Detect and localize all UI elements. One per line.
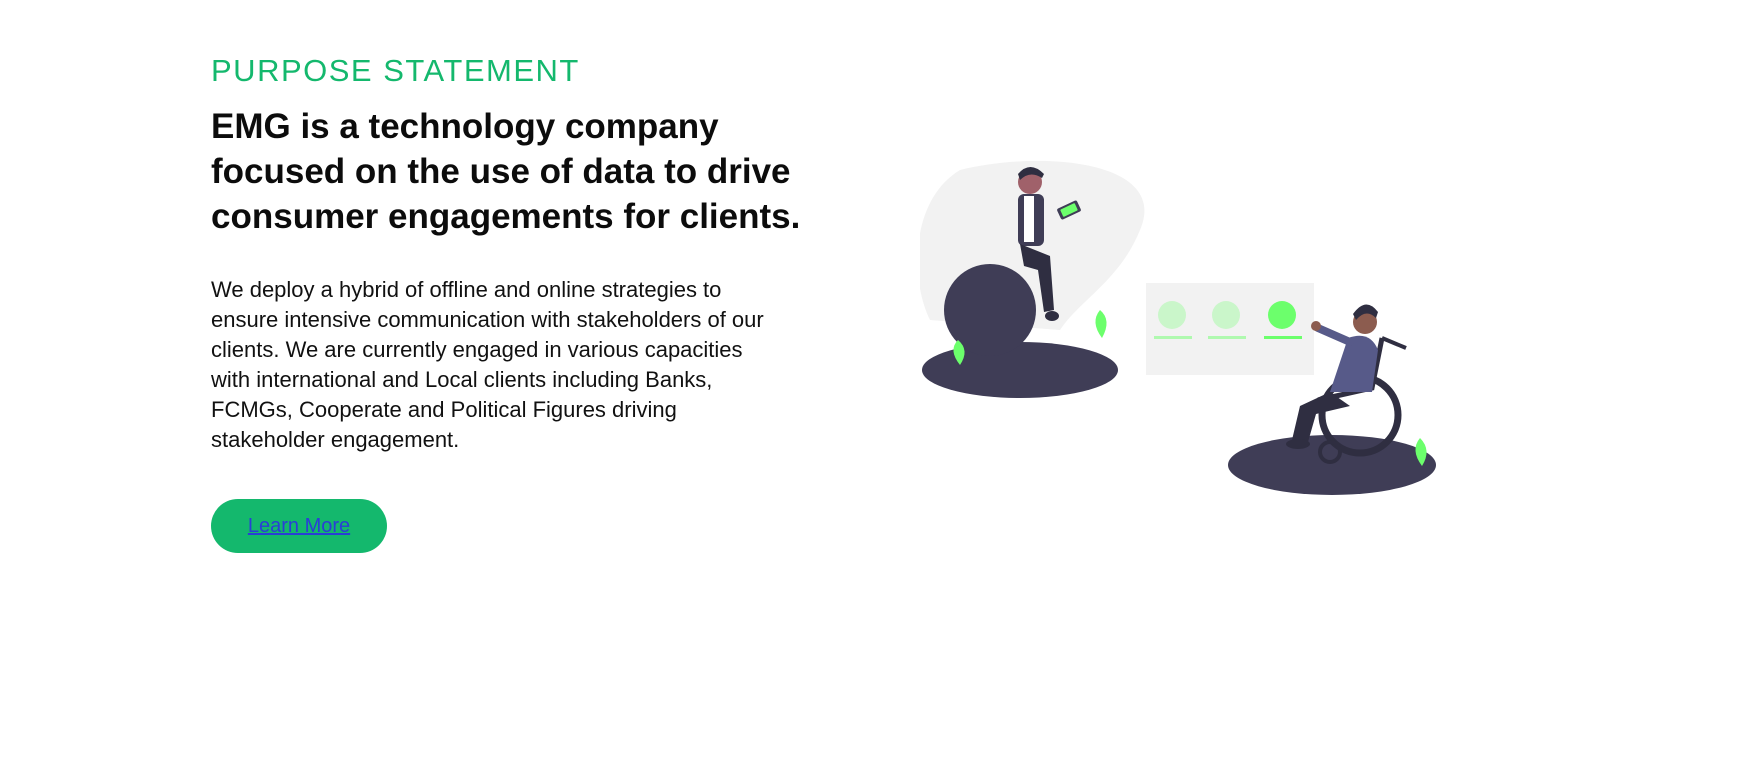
learn-more-button[interactable]: Learn More xyxy=(211,499,387,553)
purpose-body: We deploy a hybrid of offline and online… xyxy=(211,277,764,452)
dashboard-panel xyxy=(1146,283,1314,375)
people-engagement-illustration xyxy=(917,160,1440,510)
purpose-section: PURPOSE STATEMENT EMG is a technology co… xyxy=(0,0,1748,772)
left-ground xyxy=(922,342,1118,398)
purpose-text-column: PURPOSE STATEMENT EMG is a technology co… xyxy=(211,52,811,553)
leaf-left-2 xyxy=(1095,310,1107,338)
section-eyebrow: PURPOSE STATEMENT xyxy=(211,53,580,88)
illustration-svg xyxy=(917,160,1436,495)
purpose-headline: EMG is a technology company focused on t… xyxy=(211,107,801,236)
